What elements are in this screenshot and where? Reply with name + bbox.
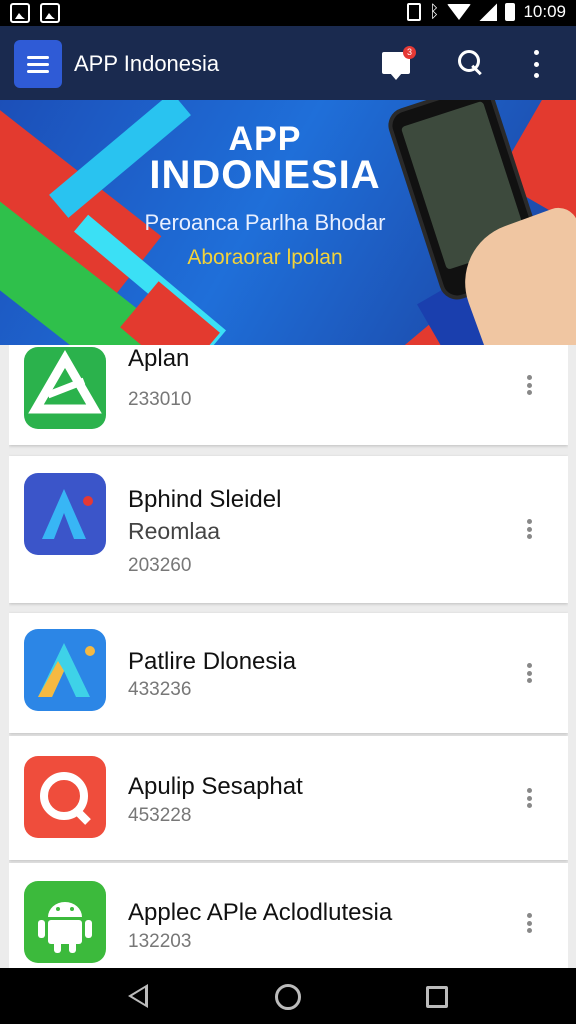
app-number: 433236 xyxy=(128,679,192,700)
more-vert-icon[interactable] xyxy=(530,50,542,78)
list-item[interactable]: Bphind Sleidel Reomlaa 203260 xyxy=(9,456,568,603)
bluetooth-icon: ᛒ xyxy=(429,2,440,21)
app-list: Aplan 233010 Bphind Sleidel Reomlaa 2032… xyxy=(9,345,568,968)
list-item[interactable]: Apulip Sesaphat 453228 xyxy=(9,736,568,860)
notification-badge: 3 xyxy=(403,46,416,59)
promo-banner[interactable]: APP INDONESIA Peroanca Parlha Bhodar Abo… xyxy=(0,100,576,345)
home-icon[interactable] xyxy=(275,984,301,1010)
system-nav-bar xyxy=(0,968,576,1024)
banner-subtitle: Peroanca Parlha Bhodar xyxy=(144,210,386,235)
vibrate-icon xyxy=(407,3,422,21)
wifi-icon xyxy=(447,4,472,20)
app-name: Apulip Sesaphat xyxy=(128,773,303,800)
menu-icon xyxy=(27,55,49,59)
app-subtitle: Reomlaa xyxy=(128,518,221,544)
list-item[interactable]: Aplan 233010 xyxy=(9,345,568,445)
battery-icon xyxy=(505,3,516,21)
banner-tagline: Aboraorar lpolan xyxy=(187,246,343,269)
search-icon[interactable] xyxy=(458,50,486,78)
app-number: 132203 xyxy=(128,931,192,952)
more-vert-icon[interactable] xyxy=(525,519,533,539)
menu-button[interactable] xyxy=(14,40,62,88)
list-item[interactable]: Patlire Dlonesia 433236 xyxy=(9,613,568,733)
status-bar: ᛒ 10:09 xyxy=(0,0,576,26)
speech-logo-icon xyxy=(24,756,106,838)
more-vert-icon[interactable] xyxy=(525,375,533,395)
app-number: 453228 xyxy=(128,805,192,826)
android-icon xyxy=(24,881,106,963)
list-item[interactable]: Applec APle Aclodlutesia 132203 xyxy=(9,863,568,968)
app-number: 203260 xyxy=(128,555,192,576)
clock: 10:09 xyxy=(523,2,566,21)
letter-a-logo-icon xyxy=(24,473,106,555)
letter-a-logo-icon xyxy=(24,629,106,711)
more-vert-icon[interactable] xyxy=(525,913,533,933)
banner-title-line2: INDONESIA xyxy=(149,153,381,197)
app-bar: APP Indonesia 3 xyxy=(0,26,576,100)
back-icon[interactable] xyxy=(128,984,148,1008)
gallery-icon xyxy=(40,3,60,23)
more-vert-icon[interactable] xyxy=(525,663,533,683)
app-name: Patlire Dlonesia xyxy=(128,648,297,675)
app-name: Bphind Sleidel xyxy=(128,486,282,513)
triangle-logo-icon xyxy=(24,347,106,429)
image-icon xyxy=(10,3,30,23)
signal-icon xyxy=(479,3,498,21)
more-vert-icon[interactable] xyxy=(525,788,533,808)
app-title: APP Indonesia xyxy=(74,51,220,76)
message-icon[interactable]: 3 xyxy=(382,46,416,80)
app-name: Applec APle Aclodlutesia xyxy=(128,899,393,926)
app-number: 233010 xyxy=(128,389,192,410)
app-name: Aplan xyxy=(128,345,190,372)
recents-icon[interactable] xyxy=(426,986,448,1008)
